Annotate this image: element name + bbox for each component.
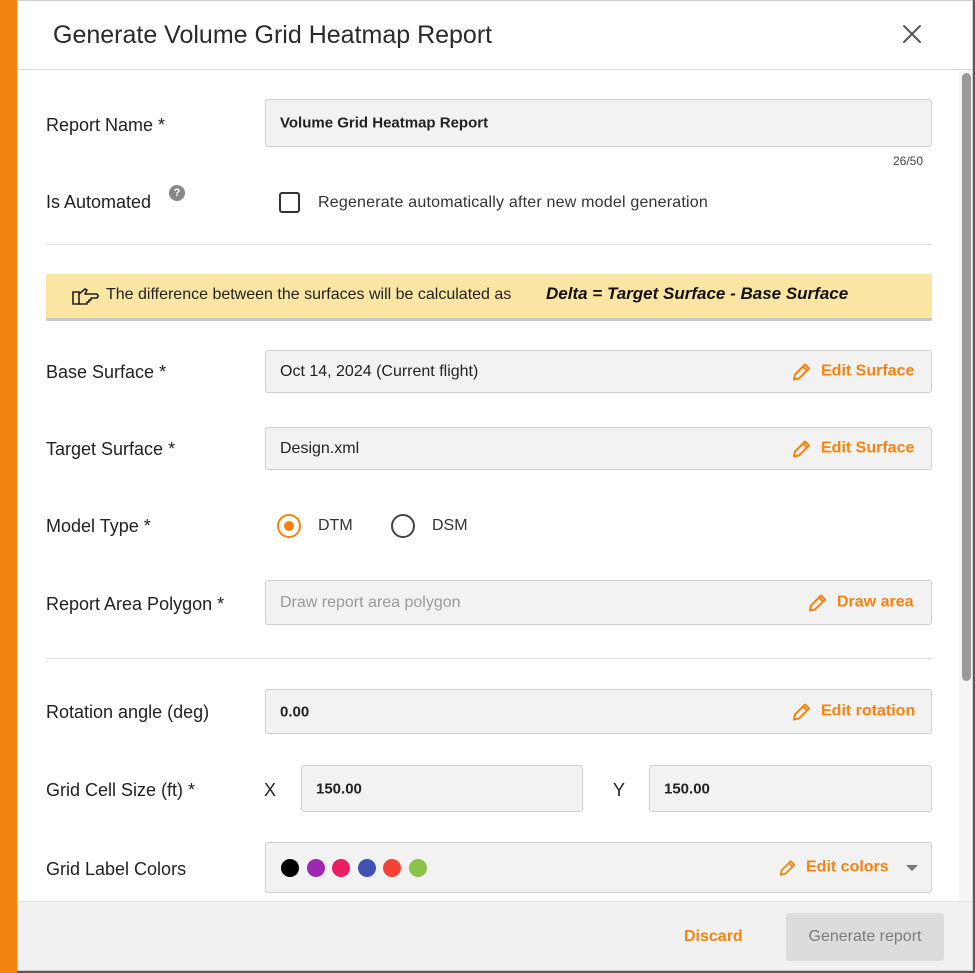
report-area-label: Report Area Polygon * (46, 594, 225, 614)
color-swatch (281, 858, 299, 877)
pointing-hand-icon (71, 286, 99, 311)
info-formula: Delta = Target Surface - Base Surface (546, 284, 849, 303)
edit-base-surface-label: Edit Surface (821, 362, 915, 380)
target-surface-value: Design.xml (280, 439, 360, 457)
close-icon[interactable] (901, 23, 923, 45)
target-surface-label: Target Surface * (46, 439, 176, 459)
model-type-label: Model Type * (46, 516, 151, 536)
report-name-label: Report Name * (46, 115, 166, 135)
dialog-header: Generate Volume Grid Heatmap Report (18, 1, 972, 70)
dialog-footer: Discard Generate report (18, 901, 972, 970)
generate-report-dialog: Generate Volume Grid Heatmap Report Repo… (17, 0, 973, 971)
info-text: The difference between the surfaces will… (106, 286, 512, 303)
grid-cell-y-label: Y (613, 780, 626, 800)
dialog-body: Report Name * Volume Grid Heatmap Report… (18, 71, 972, 901)
rotation-value: 0.00 (280, 703, 310, 720)
auto-regenerate-label: Regenerate automatically after new model… (318, 194, 708, 211)
report-name-counter: 26/50 (893, 154, 924, 168)
rotation-input[interactable]: 0.00 Edit rotation (265, 689, 932, 734)
grid-cell-x-value: 150.00 (316, 780, 362, 797)
edit-base-surface-button[interactable]: Edit Surface (791, 361, 914, 382)
edit-rotation-button[interactable]: Edit rotation (791, 701, 915, 722)
edit-target-surface-button[interactable]: Edit Surface (791, 438, 914, 459)
info-banner: The difference between the surfaces will… (46, 274, 932, 321)
is-automated-label: Is Automated (46, 192, 152, 212)
rotation-label: Rotation angle (deg) (46, 702, 210, 722)
model-type-dsm-radio[interactable] (391, 514, 415, 538)
base-surface-field: Oct 14, 2024 (Current flight) Edit Surfa… (265, 350, 932, 393)
pencil-icon (779, 859, 796, 876)
report-name-input[interactable]: Volume Grid Heatmap Report (265, 99, 932, 147)
grid-cell-x-label: X (264, 780, 277, 800)
color-swatch (408, 858, 427, 877)
divider (46, 244, 932, 245)
dialog-title: Generate Volume Grid Heatmap Report (53, 21, 493, 49)
divider (46, 658, 932, 659)
generate-report-button[interactable]: Generate report (786, 913, 944, 961)
grid-cell-x-input[interactable]: 150.00 (301, 765, 583, 812)
target-surface-field: Design.xml Edit Surface (265, 427, 932, 470)
report-area-placeholder: Draw report area polygon (280, 593, 461, 611)
edit-colors-button[interactable]: Edit colors (778, 858, 889, 877)
color-swatch (357, 858, 376, 877)
color-swatch (306, 858, 325, 877)
auto-regenerate-checkbox[interactable] (279, 192, 300, 213)
grid-label-colors-label: Grid Label Colors (46, 859, 187, 879)
model-type-dsm-label: DSM (432, 517, 468, 534)
edit-target-surface-label: Edit Surface (821, 439, 915, 457)
grid-label-colors-select[interactable]: Edit colors (265, 842, 932, 893)
accent-bar (0, 0, 17, 973)
edit-colors-label: Edit colors (806, 858, 889, 876)
report-name-value: Volume Grid Heatmap Report (280, 114, 489, 132)
base-surface-value: Oct 14, 2024 (Current flight) (280, 362, 479, 380)
help-icon[interactable]: ? (169, 185, 185, 201)
pencil-icon (793, 440, 810, 457)
base-surface-label: Base Surface * (46, 362, 167, 382)
grid-cell-y-value: 150.00 (664, 780, 710, 797)
grid-cell-size-label: Grid Cell Size (ft) * (46, 780, 196, 800)
model-type-dtm-radio[interactable] (277, 514, 301, 538)
draw-area-label: Draw area (837, 593, 914, 611)
discard-button[interactable]: Discard (684, 928, 743, 946)
draw-area-button[interactable]: Draw area (807, 592, 914, 613)
pencil-icon (809, 594, 826, 611)
color-swatch (332, 858, 350, 877)
pencil-icon (793, 703, 810, 720)
report-area-field: Draw report area polygon Draw area (265, 580, 932, 625)
grid-cell-y-input[interactable]: 150.00 (649, 765, 932, 812)
edit-rotation-label: Edit rotation (821, 702, 916, 720)
chevron-down-icon[interactable] (906, 864, 918, 871)
model-type-dtm-label: DTM (318, 517, 353, 534)
pencil-icon (793, 363, 810, 380)
scrollbar-thumb[interactable] (962, 73, 971, 681)
color-swatch (383, 858, 401, 877)
